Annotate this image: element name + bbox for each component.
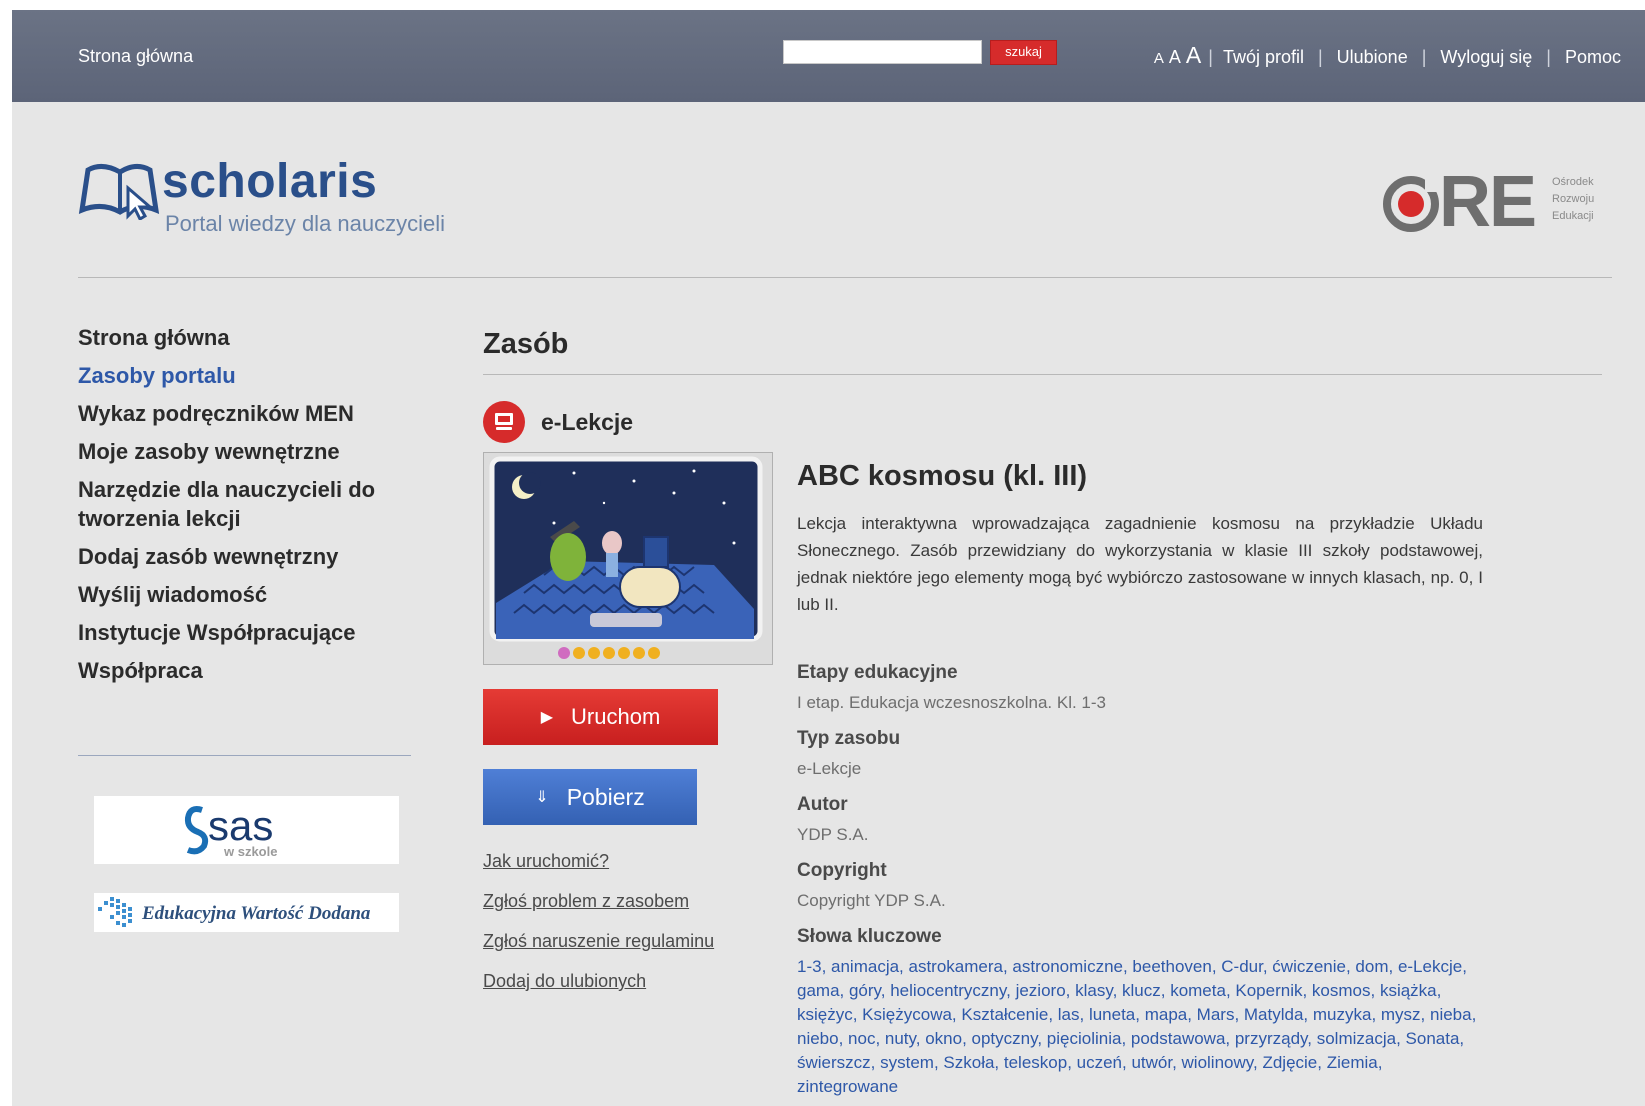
resource-title: ABC kosmosu (kl. III) [797,460,1088,492]
how-to-run-link[interactable]: Jak uruchomić? [483,850,714,873]
resource-category: e-Lekcje [483,401,633,443]
ore-line: Ośrodek [1552,176,1594,188]
resource-thumbnail[interactable] [483,452,773,665]
font-size-medium[interactable]: A [1169,47,1181,68]
header-divider [78,277,1612,278]
sas-subtitle: w szkole [223,844,277,859]
meta-label-type: Typ zasobu [797,728,901,749]
resource-links: Jak uruchomić? Zgłoś problem z zasobem Z… [483,850,714,1010]
search-input[interactable] [783,40,982,64]
ewd-banner[interactable]: Edukacyjna Wartość Dodana [94,893,399,932]
logo-tagline: Portal wiedzy dla nauczycieli [165,211,446,236]
font-size-large[interactable]: A [1186,42,1201,69]
download-button-label: Pobierz [566,783,645,810]
favorites-link[interactable]: Ulubione [1337,47,1408,68]
top-home-link[interactable]: Strona główna [78,46,193,67]
sidebar-item-home[interactable]: Strona główna [78,323,418,352]
title-divider [483,374,1602,375]
separator: | [1317,47,1323,67]
profile-link[interactable]: Twój profil [1223,47,1304,68]
sas-logo: sas w szkole [184,802,277,859]
category-label: e-Lekcje [541,408,634,435]
separator: | [1546,47,1551,67]
meta-value-stages: I etap. Edukacja wczesnoszkolna. Kl. 1-3 [797,693,1106,712]
sidebar-divider [78,755,411,756]
book-cursor-icon [78,164,160,220]
run-button-label: Uruchom [571,704,661,729]
keywords-list[interactable]: 1-3, animacja, astrokamera, astronomiczn… [797,955,1487,1099]
meta-value-type: e-Lekcje [797,759,862,778]
ewd-wordmark: Edukacyjna Wartość Dodana [141,903,371,924]
sidebar-item-send-message[interactable]: Wyślij wiadomość [78,580,418,609]
sas-banner[interactable]: sas w szkole [94,796,399,864]
sidebar-item-textbooks[interactable]: Wykaz podręczników MEN [78,399,418,428]
sidebar-item-my-resources[interactable]: Moje zasoby wewnętrzne [78,437,418,466]
ore-subtitle: Ośrodek Rozwoju Edukacji [1552,174,1594,225]
meta-value-copyright: Copyright YDP S.A. [797,891,946,910]
page: Strona główna szukaj A A A | Twój profil… [12,10,1645,1106]
meta-label-author: Autor [797,794,848,815]
monitor-icon [483,401,525,443]
top-bar: Strona główna szukaj A A A | Twój profil… [12,10,1645,102]
sidebar-item-resources[interactable]: Zasoby portalu [78,361,418,390]
download-button[interactable]: ⇓ Pobierz [483,769,697,825]
run-button[interactable]: ▶ Uruchom [483,689,718,745]
logout-link[interactable]: Wyloguj się [1440,47,1532,68]
ore-wordmark: RE [1439,162,1537,242]
sidebar-item-add-resource[interactable]: Dodaj zasób wewnętrzny [78,542,418,571]
sidebar-item-institutions[interactable]: Instytucje Współpracujące [78,618,418,647]
top-nav: A A A | Twój profil | Ulubione | Wyloguj… [1154,42,1621,69]
ewd-logo: Edukacyjna Wartość Dodana [98,897,371,927]
search-button[interactable]: szukaj [990,40,1057,65]
resource-metadata: Etapy edukacyjne I etap. Edukacja wczesn… [797,661,1497,1099]
meta-label-stages: Etapy edukacyjne [797,662,958,683]
sidebar-nav: Strona główna Zasoby portalu Wykaz podrę… [78,323,418,694]
add-favorite-link[interactable]: Dodaj do ulubionych [483,970,714,993]
font-size-small[interactable]: A [1154,50,1164,67]
separator: | [1208,47,1213,67]
resource-description: Lekcja interaktywna wprowadzająca zagadn… [797,514,1483,614]
page-title: Zasób [483,328,569,360]
chevron-double-down-icon: ⇓ [535,789,549,806]
meta-label-keywords: Słowa kluczowe [797,926,942,947]
sidebar-item-cooperation[interactable]: Współpraca [78,656,418,685]
meta-value-author: YDP S.A. [797,825,869,844]
logo-wordmark: scholaris [162,155,378,208]
ore-line: Rozwoju [1552,193,1595,205]
ore-line: Edukacji [1552,210,1594,222]
meta-label-copyright: Copyright [797,860,887,881]
report-violation-link[interactable]: Zgłoś naruszenie regulaminu [483,930,714,953]
ore-ring-icon [1383,176,1439,232]
separator: | [1421,47,1427,67]
sidebar-item-lesson-tool[interactable]: Narzędzie dla nauczycieli do tworzenia l… [78,475,378,533]
help-link[interactable]: Pomoc [1565,47,1621,68]
play-icon: ▶ [540,709,554,726]
sas-wordmark: sas [208,802,273,849]
report-problem-link[interactable]: Zgłoś problem z zasobem [483,890,714,913]
